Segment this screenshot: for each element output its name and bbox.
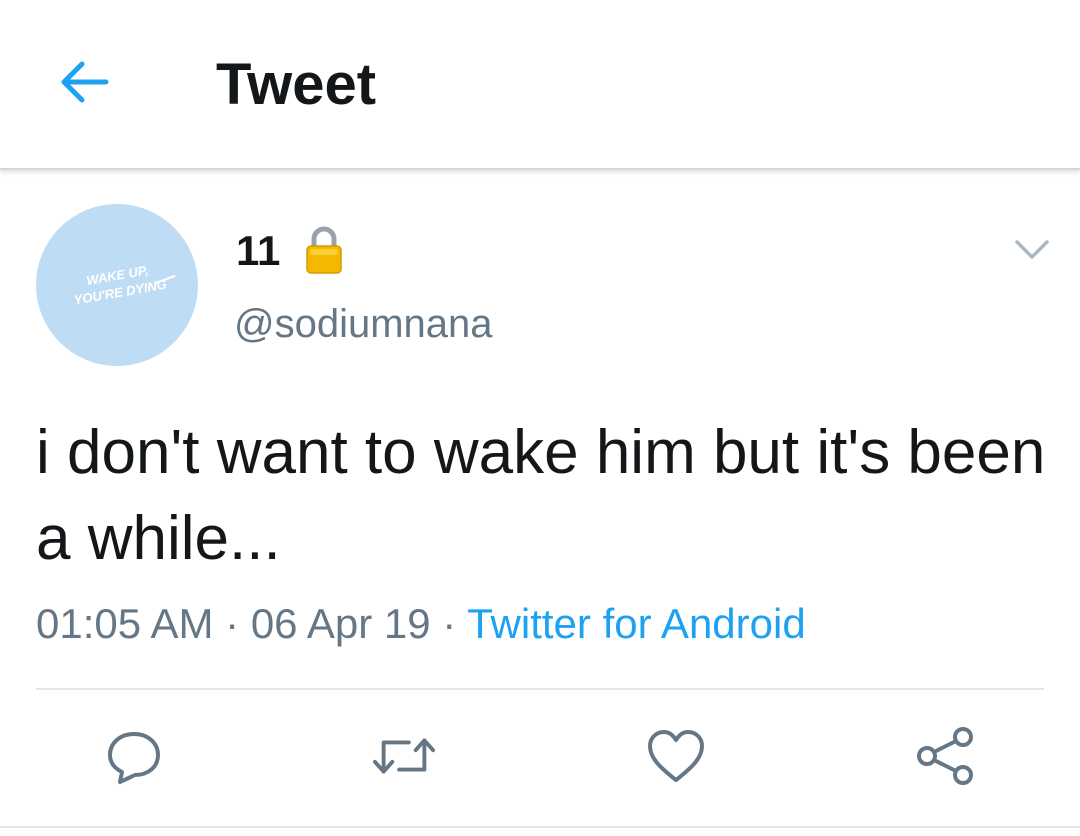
arrow-left-icon (61, 61, 109, 103)
avatar-image: WAKE UP, YOU'RE DYING (73, 262, 176, 308)
retweet-button[interactable] (372, 724, 436, 788)
tweet-date: 06 Apr 19 (250, 600, 431, 647)
chevron-down-icon (1015, 240, 1049, 259)
display-name[interactable]: 11 (236, 228, 280, 274)
heart-icon (648, 730, 704, 782)
share-button[interactable] (914, 724, 978, 788)
reply-icon (108, 732, 160, 784)
reply-button[interactable] (102, 724, 166, 788)
tweet-meta: 01:05 AM · 06 Apr 19 · Twitter for Andro… (36, 598, 806, 650)
share-icon (917, 727, 973, 785)
tweet-text: i don't want to wake him but it's been a… (36, 418, 1046, 573)
divider (0, 826, 1080, 828)
tweet-source-link[interactable]: Twitter for Android (467, 600, 805, 647)
meta-separator: · (225, 600, 240, 647)
user-handle[interactable]: @sodiumnana (234, 300, 493, 348)
tweet-menu-button[interactable] (1010, 228, 1054, 272)
retweet-icon (372, 738, 436, 774)
page-title: Tweet (216, 52, 377, 117)
meta-separator: · (442, 600, 457, 647)
like-button[interactable] (644, 724, 708, 788)
tweet-time: 01:05 AM (36, 600, 214, 647)
back-button[interactable] (54, 52, 114, 112)
top-app-bar: Tweet (0, 0, 1080, 170)
divider (36, 688, 1044, 690)
lock-icon (304, 225, 344, 275)
avatar[interactable]: WAKE UP, YOU'RE DYING (36, 204, 198, 366)
